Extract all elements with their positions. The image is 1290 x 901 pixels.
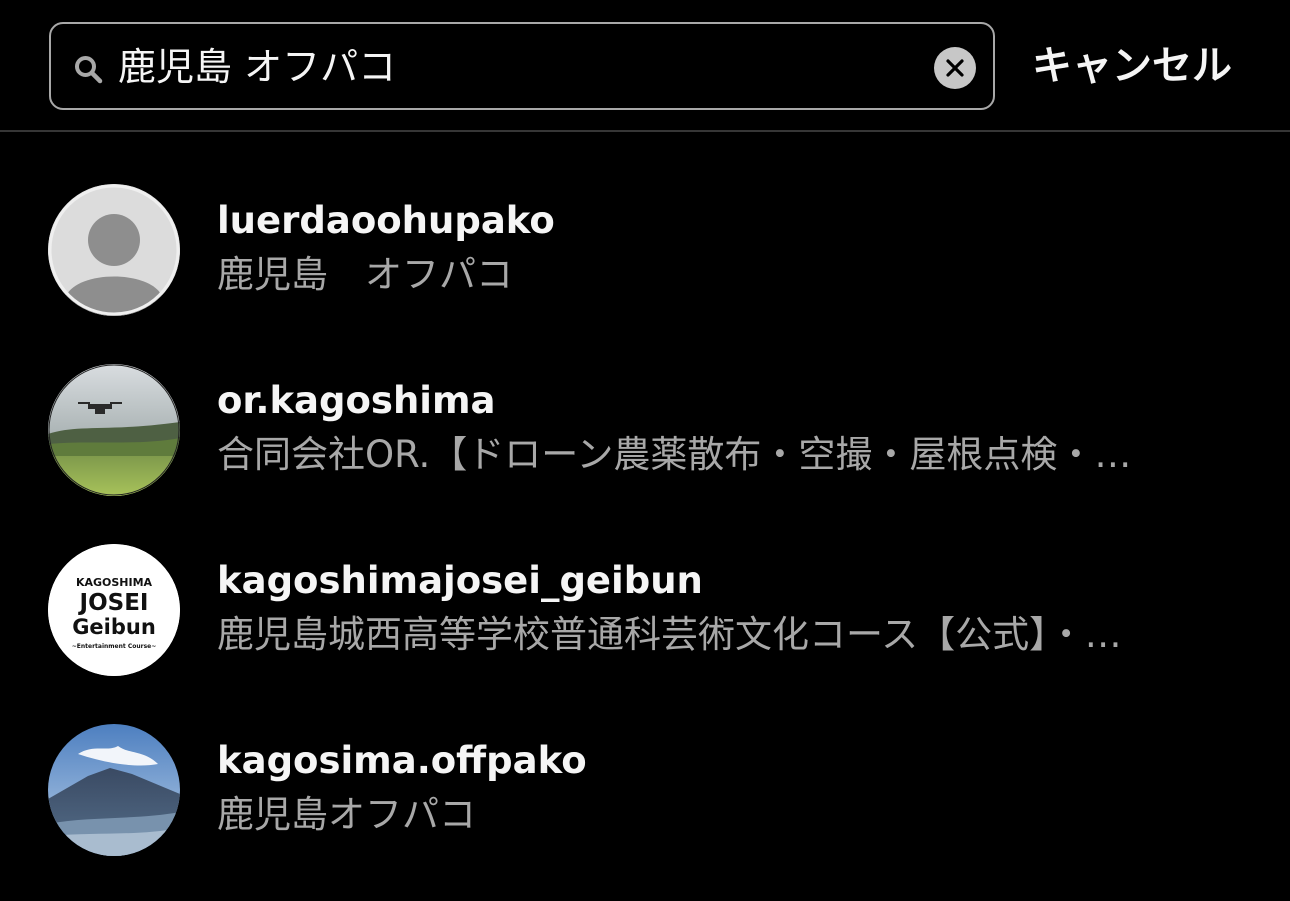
logo-line-2: JOSEI xyxy=(78,590,149,616)
result-fullname: 合同会社OR.【ドローン農薬散布・空撮・屋根点検・… xyxy=(217,433,1132,476)
logo-line-1: KAGOSHIMA xyxy=(76,576,153,589)
result-fullname: 鹿児島 オフパコ xyxy=(217,253,513,296)
drone-field-photo-icon xyxy=(48,364,180,496)
result-fullname: 鹿児島オフパコ xyxy=(217,793,476,836)
volcano-photo-icon xyxy=(48,724,180,856)
avatar xyxy=(48,184,180,316)
default-avatar-icon xyxy=(48,184,180,316)
result-username: kagoshimajosei_geibun xyxy=(217,559,703,602)
result-username: or.kagoshima xyxy=(217,379,496,422)
clear-search-button[interactable] xyxy=(934,47,976,89)
search-query-text[interactable]: 鹿児島 オフパコ xyxy=(118,40,396,94)
close-icon xyxy=(946,59,964,77)
search-icon xyxy=(73,54,103,84)
result-username: luerdaoohupako xyxy=(217,199,555,242)
result-username: kagosima.offpako xyxy=(217,739,587,782)
result-fullname: 鹿児島城西高等学校普通科芸術文化コース【公式】・… xyxy=(217,613,1122,656)
logo-line-3: Geibun xyxy=(72,615,156,639)
search-input[interactable]: 鹿児島 オフパコ xyxy=(49,22,995,110)
cancel-button[interactable]: キャンセル xyxy=(1032,40,1232,92)
search-result-row[interactable]: luerdaoohupako 鹿児島 オフパコ xyxy=(0,181,1290,361)
search-result-row[interactable]: or.kagoshima 合同会社OR.【ドローン農薬散布・空撮・屋根点検・… xyxy=(0,361,1290,541)
avatar xyxy=(48,724,180,856)
school-logo: KAGOSHIMA JOSEI Geibun ~Entertainment Co… xyxy=(48,544,180,676)
search-result-row[interactable]: kagosima.offpako 鹿児島オフパコ xyxy=(0,721,1290,901)
avatar xyxy=(48,364,180,496)
avatar: KAGOSHIMA JOSEI Geibun ~Entertainment Co… xyxy=(48,544,180,676)
logo-line-4: ~Entertainment Course~ xyxy=(72,643,157,650)
search-header: 鹿児島 オフパコ キャンセル xyxy=(0,0,1290,132)
search-result-row[interactable]: KAGOSHIMA JOSEI Geibun ~Entertainment Co… xyxy=(0,541,1290,721)
